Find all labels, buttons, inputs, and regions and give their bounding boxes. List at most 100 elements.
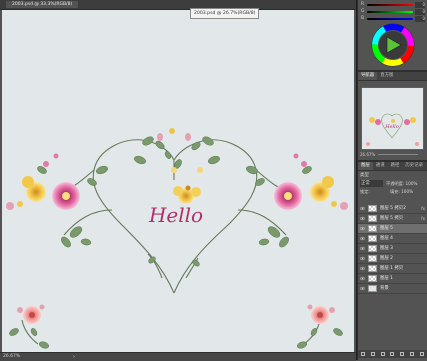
layer-kind-filter[interactable]: 类型 [360, 172, 369, 179]
navigator-zoom-slider[interactable] [378, 154, 418, 155]
layer-list: 图层 5 拷贝2 fx 图层 5 拷贝 fx 图层 5 图层 4 图层 3 图层… [358, 204, 427, 304]
layer-thumbnail [368, 225, 377, 232]
eye-icon[interactable] [359, 246, 366, 251]
tab-history[interactable]: 历史记录 [402, 162, 426, 170]
eye-icon[interactable] [359, 226, 366, 231]
navigator-preview[interactable]: Hello [361, 87, 424, 150]
left-flower-cluster [6, 153, 80, 210]
canvas-artwork: Hello [6, 128, 348, 349]
link-layers-icon[interactable] [360, 352, 365, 356]
layer-name: 图层 5 拷贝2 [380, 206, 406, 211]
fill-control[interactable]: 填充: 100% [390, 188, 413, 195]
layer-name: 图层 3 [380, 246, 393, 251]
layer-row[interactable]: 图层 1 拷贝 [358, 264, 427, 274]
layer-thumbnail [368, 235, 377, 242]
status-zoom[interactable]: 26.67% [3, 354, 20, 359]
layer-thumbnail [368, 215, 377, 222]
tab-channels[interactable]: 通道 [373, 162, 388, 170]
eye-icon[interactable] [359, 286, 366, 291]
eye-icon[interactable] [359, 206, 366, 211]
slider-g[interactable]: G 0 [361, 9, 425, 15]
eye-icon[interactable] [359, 216, 366, 221]
eye-icon[interactable] [359, 236, 366, 241]
navigator-panel: 导航器 直方图 Hello 26.67% [358, 72, 427, 160]
layer-row[interactable]: 图层 3 [358, 244, 427, 254]
layer-name: 图层 1 拷贝 [380, 266, 404, 271]
navigator-thumbnail: Hello [366, 113, 419, 146]
color-panel: R 0 G 0 B 0 [358, 0, 427, 70]
opacity-label: 不透明度: [386, 181, 405, 186]
opacity-control[interactable]: 不透明度: 100% [386, 180, 418, 187]
layer-name: 图层 5 [380, 226, 393, 231]
layer-name: 图层 1 [380, 276, 393, 281]
layers-tabs: 图层 通道 路径 历史记录 [358, 162, 427, 171]
layer-thumbnail [368, 265, 377, 272]
filename-tooltip: 2003.psd @ 26.7%(RGB/8) [190, 8, 260, 19]
layer-fx-badge[interactable]: fx [421, 214, 425, 224]
right-panel-dock: R 0 G 0 B 0 导航器 直方图 Hello 26.67% 图层 通道 路… [356, 0, 427, 360]
layer-name: 图层 4 [380, 236, 393, 241]
tab-histogram[interactable]: 直方图 [377, 72, 396, 80]
slider-b-label: B [361, 16, 365, 21]
color-wheel[interactable] [370, 22, 416, 68]
layer-thumbnail [368, 255, 377, 262]
navigator-zoom[interactable]: 26.67% [360, 152, 375, 157]
bottom-right-flowers [307, 304, 335, 324]
layer-thumbnail [368, 205, 377, 212]
layer-name: 图层 2 [380, 256, 393, 261]
layer-name: 图层 5 拷贝 [380, 216, 404, 221]
slider-r-value[interactable]: 0 [415, 2, 425, 8]
new-layer-icon[interactable] [410, 352, 415, 356]
slider-b-value[interactable]: 0 [415, 16, 425, 22]
slider-r-track[interactable] [367, 4, 413, 6]
canvas[interactable]: Hello [2, 10, 354, 352]
navigator-tabs: 导航器 直方图 [358, 72, 427, 81]
add-mask-icon[interactable] [380, 352, 385, 356]
navigator-hello-text: Hello [384, 124, 399, 130]
slider-b-track[interactable] [367, 18, 413, 20]
layer-name: 背景 [380, 286, 389, 291]
slider-r[interactable]: R 0 [361, 2, 425, 8]
new-group-icon[interactable] [400, 352, 405, 356]
layer-row[interactable]: 图层 1 [358, 274, 427, 284]
fill-value[interactable]: 100% [401, 189, 413, 194]
slider-g-track[interactable] [367, 11, 413, 13]
layer-row-selected[interactable]: 图层 5 [358, 224, 427, 234]
hello-text: Hello [148, 203, 203, 227]
layers-panel: 图层 通道 路径 历史记录 类型 正常 不透明度: 100% 锁定: 填充: 1… [358, 162, 427, 360]
adjustment-layer-icon[interactable] [390, 352, 395, 356]
blend-mode-select[interactable]: 正常 [360, 180, 383, 187]
layer-row[interactable]: 图层 4 [358, 234, 427, 244]
layer-thumbnail [368, 275, 377, 282]
add-style-icon[interactable] [370, 352, 375, 356]
document-tab-strip: 2003.psd @ 33.3%(RGB/8) [0, 0, 356, 10]
layer-kind-label: 类型 [360, 173, 369, 178]
trash-icon[interactable] [419, 352, 424, 356]
tab-paths[interactable]: 路径 [388, 162, 403, 170]
blend-mode-value: 正常 [361, 181, 370, 186]
tab-navigator[interactable]: 导航器 [358, 72, 378, 80]
tab-layers[interactable]: 图层 [358, 162, 373, 170]
slider-r-label: R [361, 2, 365, 7]
layer-fx-badge[interactable]: fx [421, 204, 425, 214]
slider-g-label: G [361, 9, 365, 14]
opacity-value[interactable]: 100% [406, 181, 418, 186]
layers-bottom-toolbar [358, 350, 427, 358]
bottom-left-flowers [17, 304, 45, 324]
layer-row-background[interactable]: 背景 [358, 284, 427, 294]
lock-controls: 锁定: [360, 188, 370, 195]
slider-g-value[interactable]: 0 [415, 9, 425, 15]
document-tab[interactable]: 2003.psd @ 33.3%(RGB/8) [6, 1, 79, 8]
layer-row[interactable]: 图层 5 拷贝 fx [358, 214, 427, 224]
eye-icon[interactable] [359, 256, 366, 261]
layer-row[interactable]: 图层 5 拷贝2 fx [358, 204, 427, 214]
layer-thumbnail [368, 285, 377, 292]
lock-label: 锁定: [360, 189, 370, 194]
eye-icon[interactable] [359, 276, 366, 281]
document-area: 2003.psd @ 33.3%(RGB/8) Hello 2003.psd @… [0, 0, 356, 361]
layer-thumbnail [368, 245, 377, 252]
layer-row[interactable]: 图层 2 [358, 254, 427, 264]
fill-label: 填充: [390, 189, 400, 194]
right-flower-cluster [274, 153, 348, 210]
eye-icon[interactable] [359, 266, 366, 271]
